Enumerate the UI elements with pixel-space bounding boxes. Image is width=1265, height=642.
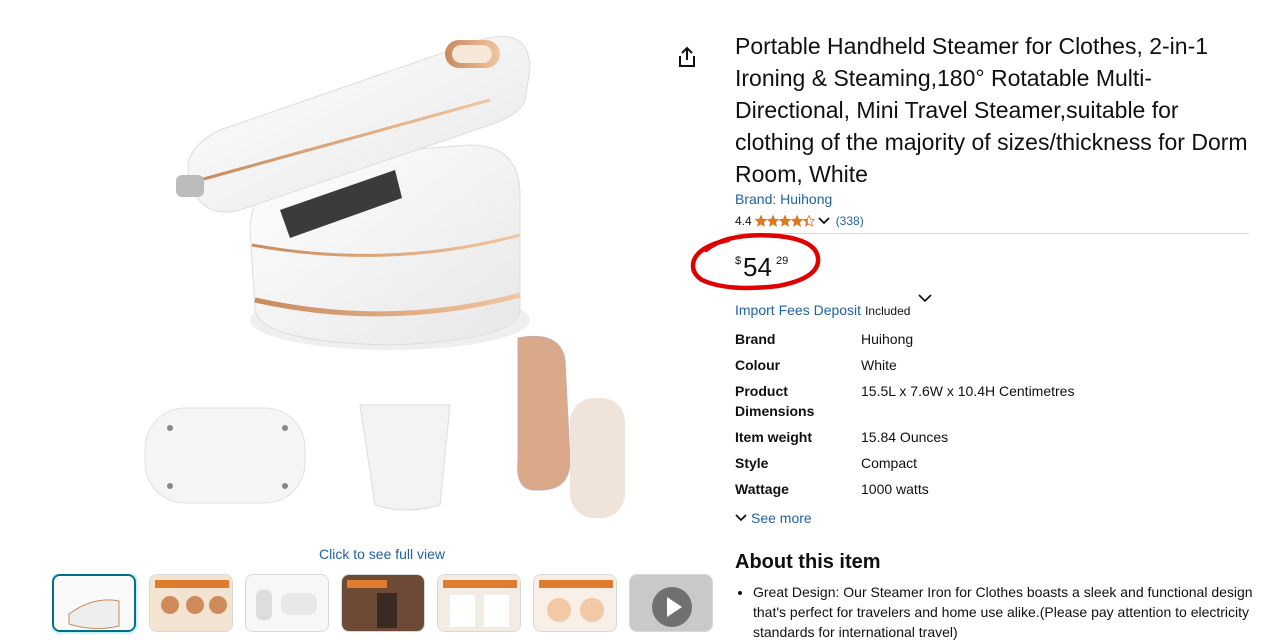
thumbnail-6[interactable]	[533, 574, 617, 632]
rating-count-link[interactable]: (338)	[836, 214, 864, 228]
product-title: Portable Handheld Steamer for Clothes, 2…	[735, 33, 1248, 187]
thumbnail-5[interactable]	[437, 574, 521, 632]
spec-row: Item weight 15.84 Ounces	[735, 427, 1249, 453]
brand-link[interactable]: Brand: Huihong	[735, 191, 832, 207]
spec-key: Brand	[735, 331, 776, 347]
spec-row: Brand Huihong	[735, 329, 1249, 355]
spec-row: Product Dimensions 15.5L x 7.6W x 10.4H …	[735, 381, 1249, 427]
thumbnail-2[interactable]	[149, 574, 233, 632]
thumbnail-3[interactable]	[245, 574, 329, 632]
spec-key: Colour	[735, 357, 781, 373]
spec-key: Product Dimensions	[735, 383, 815, 419]
chevron-down-icon	[735, 514, 747, 522]
spec-value: Huihong	[861, 331, 914, 347]
share-icon[interactable]	[677, 46, 697, 68]
import-fees-link[interactable]: Import Fees Deposit	[735, 302, 861, 318]
spec-key: Style	[735, 455, 769, 471]
thumbnail-4[interactable]	[341, 574, 425, 632]
red-annotation-circle	[690, 233, 821, 291]
about-bullet: Great Design: Our Steamer Iron for Cloth…	[753, 582, 1265, 642]
spec-value: Compact	[861, 455, 918, 471]
about-bullets: Great Design: Our Steamer Iron for Cloth…	[735, 582, 1265, 642]
import-fees: Import Fees Deposit Included	[735, 302, 910, 318]
thumbnail-strip	[52, 574, 722, 634]
product-specs-table: Brand Huihong Colour White Product Dimen…	[735, 329, 1249, 505]
spec-row: Colour White	[735, 355, 1249, 381]
spec-value: White	[861, 357, 897, 373]
spec-key: Item weight	[735, 429, 813, 445]
about-section-title: About this item	[735, 551, 881, 573]
import-fees-chevron-down-icon[interactable]	[918, 294, 932, 304]
view-full-link[interactable]: Click to see full view	[319, 546, 445, 562]
rating-row: 4.4 (338)	[735, 214, 864, 228]
spec-value: 15.84 Ounces	[861, 429, 949, 445]
see-more-link[interactable]: See more	[735, 510, 812, 526]
see-more-label: See more	[751, 510, 812, 526]
spec-row: Style Compact	[735, 453, 1249, 479]
star-rating-icon[interactable]	[754, 215, 815, 227]
spec-row: Wattage 1000 watts	[735, 479, 1249, 505]
thumbnail-1[interactable]	[52, 574, 136, 632]
rating-value: 4.4	[735, 214, 752, 228]
spec-value: 15.5L x 7.6W x 10.4H Centimetres	[861, 383, 1075, 399]
spec-key: Wattage	[735, 481, 789, 497]
import-fees-status: Included	[865, 304, 911, 318]
main-product-image[interactable]	[140, 20, 640, 540]
spec-value: 1000 watts	[861, 481, 929, 497]
rating-chevron-down-icon[interactable]	[818, 216, 830, 226]
thumbnail-7-video[interactable]	[629, 574, 713, 632]
